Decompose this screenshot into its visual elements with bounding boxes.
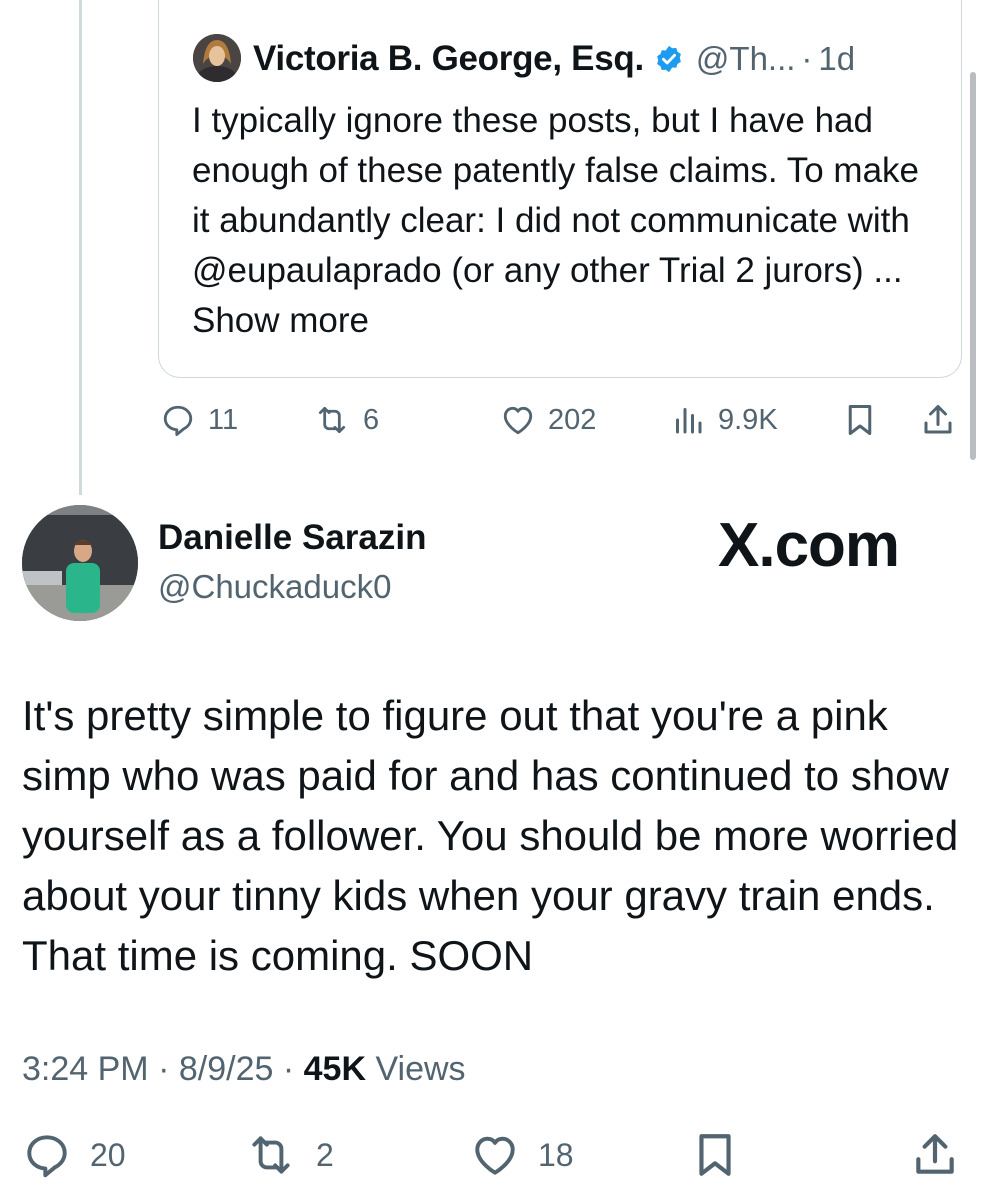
bookmark-button[interactable] <box>690 1128 740 1182</box>
quoted-tweet-header: Victoria B. George, Esq. @Th... · 1d <box>253 34 855 84</box>
reply-icon <box>22 1130 72 1180</box>
quoted-tweet-text: I typically ignore these posts, but I ha… <box>192 96 932 346</box>
like-button[interactable]: 202 <box>500 397 596 443</box>
reply-count: 20 <box>90 1136 126 1173</box>
repost-button[interactable]: 6 <box>313 397 379 443</box>
views-count: 45K <box>303 1050 366 1088</box>
repost-count: 2 <box>316 1136 334 1173</box>
views-label: Views <box>375 1050 466 1088</box>
reply-icon <box>160 402 196 438</box>
like-count: 18 <box>538 1136 574 1173</box>
tweet-time[interactable]: 3:24 PM <box>22 1050 149 1088</box>
reply-count: 11 <box>208 403 239 436</box>
quoted-tweet-body: I typically ignore these posts, but I ha… <box>192 101 920 290</box>
bookmark-icon <box>842 402 878 438</box>
show-more-link[interactable]: Show more <box>192 301 369 340</box>
repost-icon <box>313 402 351 438</box>
share-icon <box>920 402 956 438</box>
share-icon <box>910 1130 960 1180</box>
verified-badge-icon <box>654 44 684 74</box>
main-author-name[interactable]: Danielle Sarazin <box>158 518 426 558</box>
xcom-watermark: X.com <box>718 511 900 580</box>
scrollbar[interactable] <box>970 72 976 460</box>
thread-connector-line <box>79 0 82 495</box>
main-author-handle[interactable]: @Chuckaduck0 <box>158 568 391 606</box>
like-button[interactable]: 18 <box>470 1128 574 1182</box>
meta-dot: · <box>158 1050 170 1088</box>
views-icon <box>670 402 706 438</box>
quoted-time-ago[interactable]: 1d <box>818 40 855 78</box>
tweet-date[interactable]: 8/9/25 <box>179 1050 274 1088</box>
quoted-author-name[interactable]: Victoria B. George, Esq. <box>253 39 644 79</box>
tweet-metadata: 3:24 PM · 8/9/25 · 45K Views <box>22 1050 466 1089</box>
main-author-avatar[interactable] <box>22 505 138 621</box>
main-tweet-text: It's pretty simple to figure out that yo… <box>22 692 959 979</box>
meta-dot: · <box>282 1050 295 1088</box>
views-count: 9.9K <box>718 403 778 436</box>
bookmark-button[interactable] <box>842 397 878 443</box>
share-button[interactable] <box>920 397 956 443</box>
header-separator: · <box>801 40 813 77</box>
like-icon <box>470 1130 520 1180</box>
like-count: 202 <box>548 403 597 436</box>
reply-button[interactable]: 20 <box>22 1128 126 1182</box>
share-button[interactable] <box>910 1128 960 1182</box>
bookmark-icon <box>690 1130 740 1180</box>
quoted-author-avatar[interactable] <box>193 34 241 82</box>
repost-icon <box>244 1130 298 1180</box>
quoted-author-handle[interactable]: @Th... <box>696 40 796 78</box>
like-icon <box>500 402 536 438</box>
views-button[interactable]: 9.9K <box>670 397 778 443</box>
reply-button[interactable]: 11 <box>160 397 238 443</box>
repost-button[interactable]: 2 <box>244 1128 334 1182</box>
repost-count: 6 <box>363 403 380 436</box>
